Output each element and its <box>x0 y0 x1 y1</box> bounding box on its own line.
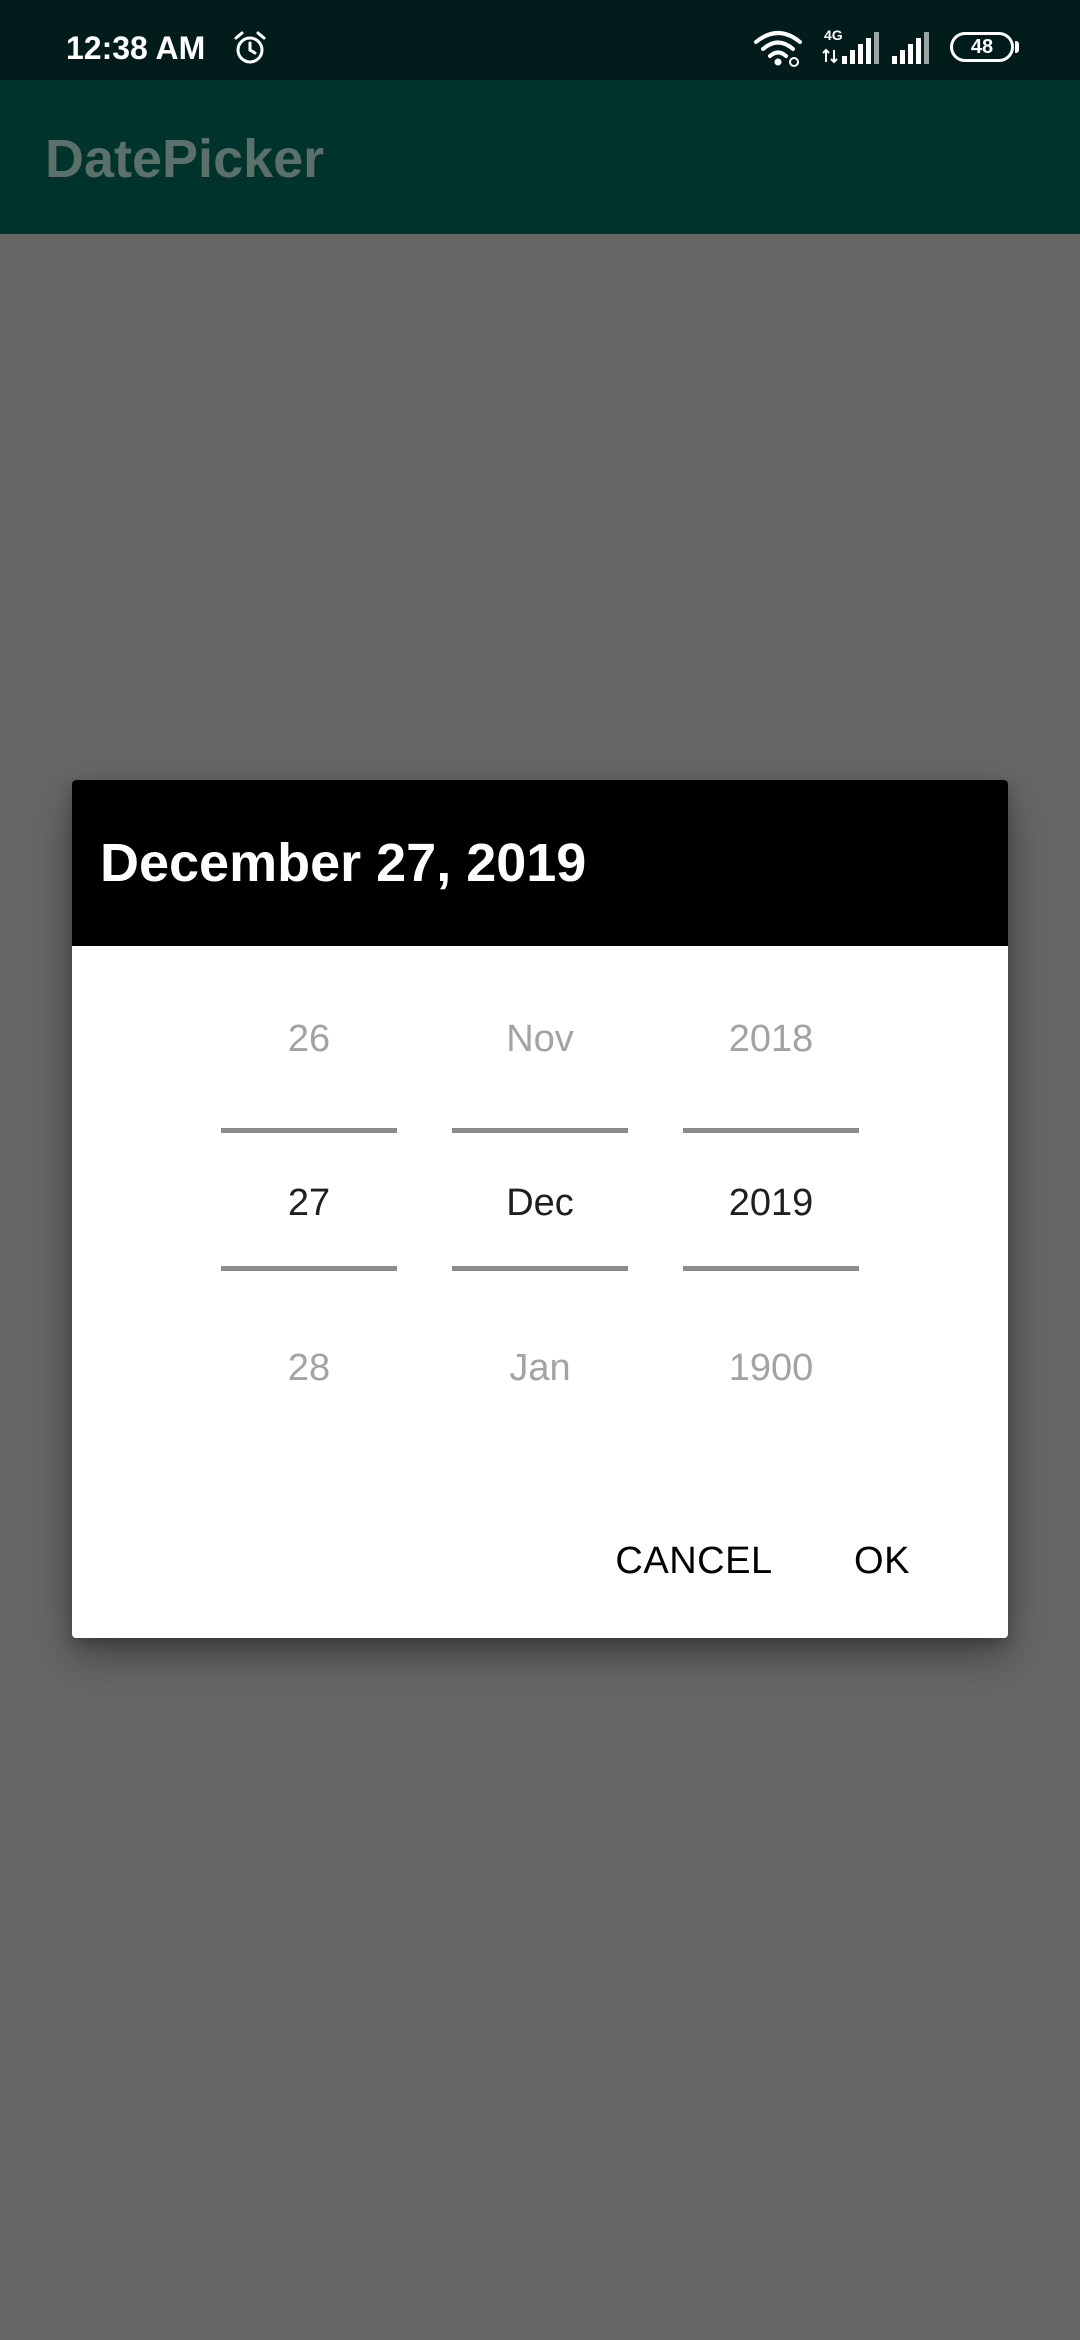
selected-date-title: December 27, 2019 <box>100 833 587 893</box>
day-divider-bottom <box>221 1266 397 1271</box>
month-spinner[interactable]: Nov Dec Jan <box>452 946 628 1426</box>
month-next-option[interactable]: Jan <box>452 1345 628 1391</box>
day-selected-value[interactable]: 27 <box>221 1180 397 1226</box>
status-time: 12:38 AM <box>66 30 206 66</box>
battery-icon: 48 <box>950 32 1014 62</box>
alarm-icon <box>232 30 268 66</box>
year-next-option[interactable]: 1900 <box>683 1345 859 1391</box>
day-divider-top <box>221 1128 397 1133</box>
date-picker-dialog: December 27, 2019 26 27 28 Nov Dec Jan 2… <box>72 780 1008 1638</box>
year-selected-value[interactable]: 2019 <box>683 1180 859 1226</box>
status-bar: 12:38 AM 4G 48 <box>0 0 1080 80</box>
month-divider-top <box>452 1128 628 1133</box>
year-spinner[interactable]: 2018 2019 1900 <box>683 946 859 1426</box>
month-divider-bottom <box>452 1266 628 1271</box>
day-prev-option[interactable]: 26 <box>221 1016 397 1062</box>
ok-button[interactable]: OK <box>832 1526 932 1596</box>
wifi-icon <box>752 30 804 68</box>
month-prev-option[interactable]: Nov <box>452 1016 628 1062</box>
year-divider-bottom <box>683 1266 859 1271</box>
cellular-signal-icon <box>820 28 880 68</box>
battery-tip <box>1015 41 1019 53</box>
day-next-option[interactable]: 28 <box>221 1345 397 1391</box>
day-spinner[interactable]: 26 27 28 <box>221 946 397 1426</box>
app-bar: DatePicker <box>0 80 1080 234</box>
month-selected-value[interactable]: Dec <box>452 1180 628 1226</box>
year-divider-top <box>683 1128 859 1133</box>
cancel-button[interactable]: CANCEL <box>604 1526 784 1596</box>
cellular-signal-icon-2 <box>890 30 934 66</box>
app-title: DatePicker <box>45 129 325 189</box>
year-prev-option[interactable]: 2018 <box>683 1016 859 1062</box>
dialog-header: December 27, 2019 <box>72 780 1008 946</box>
